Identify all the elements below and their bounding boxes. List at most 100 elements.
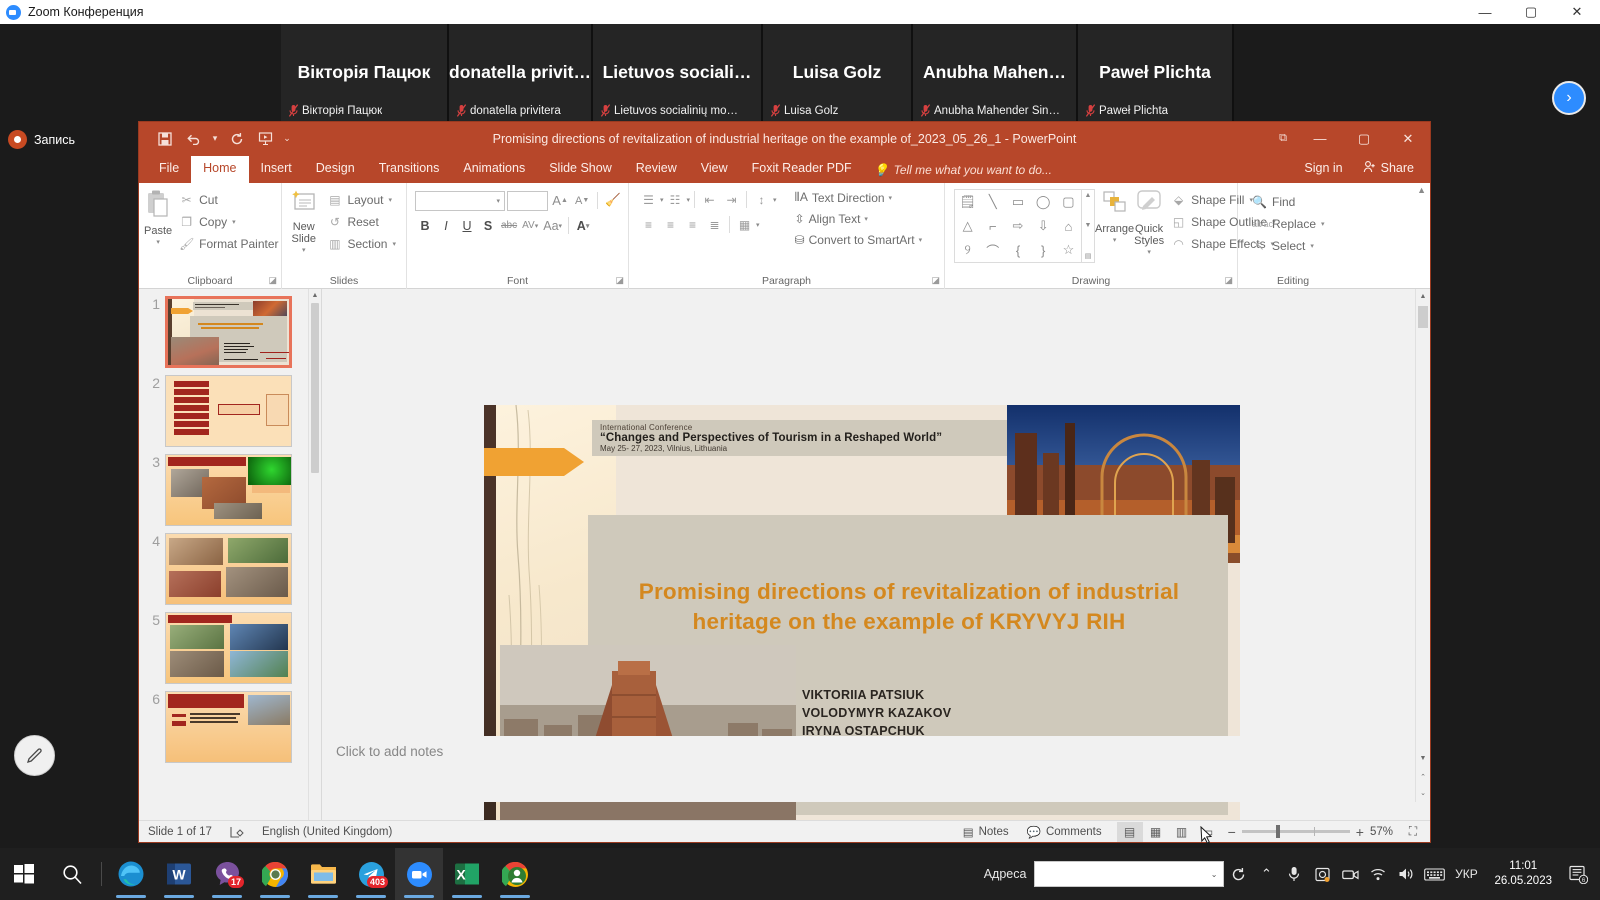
zoom-close-button[interactable]: ✕ <box>1554 0 1600 24</box>
clear-formatting-icon[interactable]: 🧹 <box>603 190 623 211</box>
annotate-pen-button[interactable] <box>14 735 55 776</box>
zoom-slider-track[interactable] <box>1241 825 1350 838</box>
font-size-input[interactable] <box>507 190 549 211</box>
select-button[interactable]: ↖ Select ▾ <box>1247 235 1343 256</box>
thumbnail-preview[interactable] <box>165 375 292 447</box>
shapes-gallery[interactable]: 🗒 ╲ ▭ ◯ ▢ △ ⌐ ⇨ ⇩ ⌂ ୨ ⌒ {} ☆ <box>954 189 1082 263</box>
thumbnail-preview[interactable] <box>165 612 292 684</box>
clock[interactable]: 11:01 26.05.2023 <box>1484 859 1562 889</box>
start-button[interactable] <box>0 848 48 900</box>
keyboard-icon[interactable] <box>1420 848 1448 900</box>
section-dropdown-icon[interactable]: ▾ <box>392 240 396 248</box>
collapse-ribbon-button[interactable]: ▲ <box>1417 185 1426 195</box>
refresh-icon[interactable] <box>1224 848 1252 900</box>
shape-scribble[interactable]: ୨ <box>955 238 980 262</box>
thumbnail-scrollbar[interactable]: ▲ <box>308 289 321 842</box>
taskbar-app-microsoft-excel[interactable]: X <box>443 848 491 900</box>
zoom-out-button[interactable]: − <box>1228 824 1236 840</box>
shape-elbow-connector[interactable]: ⌐ <box>980 214 1005 238</box>
reading-view-button[interactable]: ▥ <box>1169 822 1195 842</box>
participant-tile[interactable]: Lietuvos sociali… Lietuvos socialinių mo… <box>593 24 763 124</box>
shape-curly-left[interactable]: { <box>1005 238 1030 262</box>
volume-icon[interactable] <box>1392 848 1420 900</box>
search-button[interactable] <box>48 848 96 900</box>
ribbon-display-options-icon[interactable]: ⧉ <box>1268 122 1298 155</box>
tab-slide-show[interactable]: Slide Show <box>537 156 624 183</box>
decrease-font-size-button[interactable]: A ▼ <box>572 190 592 211</box>
taskbar-app-microsoft-edge[interactable] <box>107 848 155 900</box>
thumbnail-scroll-up-icon[interactable]: ▲ <box>309 289 321 302</box>
font-name-dropdown-icon[interactable]: ▾ <box>496 197 500 205</box>
tab-insert[interactable]: Insert <box>249 156 304 183</box>
address-dropdown-icon[interactable]: ⌄ <box>1211 870 1218 879</box>
normal-view-button[interactable]: ▤ <box>1116 821 1143 842</box>
previous-slide-icon[interactable]: ⌃ <box>1416 769 1430 784</box>
thumbnail-scroll-thumb[interactable] <box>311 303 319 473</box>
align-left-button[interactable]: ≡ <box>638 214 659 235</box>
participant-tile[interactable]: Paweł Plichta Paweł Plichta <box>1078 24 1234 124</box>
zoom-slider[interactable]: − + 57% <box>1221 824 1400 840</box>
taskbar-app-file-explorer[interactable] <box>299 848 347 900</box>
start-slideshow-icon[interactable] <box>252 127 278 151</box>
participant-tile[interactable]: Anubha Mahen… Anubha Mahender Sin… <box>913 24 1078 124</box>
notes-button[interactable]: ▤ Notes <box>954 825 1018 839</box>
shape-oval[interactable]: ◯ <box>1031 190 1056 214</box>
zoom-minimize-button[interactable]: — <box>1462 0 1508 24</box>
thumbnail-item[interactable]: 4 <box>139 526 321 605</box>
paragraph-dialog-launcher[interactable]: ◪ <box>931 275 940 286</box>
section-button[interactable]: ▥ Section ▾ <box>322 233 401 254</box>
quick-styles-dropdown-icon[interactable]: ▾ <box>1147 247 1151 259</box>
zoom-slider-handle[interactable] <box>1275 825 1280 838</box>
thumbnail-preview[interactable] <box>165 454 292 526</box>
shape-right-arrow[interactable]: ⇨ <box>1005 214 1030 238</box>
convert-to-smartart-button[interactable]: ⛁ Convert to SmartArt ▾ <box>791 229 927 250</box>
reset-button[interactable]: ↺ Reset <box>322 211 401 232</box>
bold-button[interactable]: B <box>415 215 435 236</box>
tab-design[interactable]: Design <box>304 156 367 183</box>
layout-button[interactable]: ▤ Layout ▾ <box>322 189 401 210</box>
address-input[interactable]: ⌄ <box>1034 861 1225 887</box>
arrange-dropdown-icon[interactable]: ▾ <box>1113 235 1117 247</box>
shape-textbox[interactable]: 🗒 <box>955 190 980 214</box>
align-text-button[interactable]: ⇳ Align Text ▾ <box>791 208 927 229</box>
taskbar-app-telegram[interactable]: 403 <box>347 848 395 900</box>
undo-dropdown-icon[interactable]: ▾ <box>208 127 222 151</box>
taskbar-app-chrome-profile[interactable] <box>491 848 539 900</box>
shape-triangle[interactable]: △ <box>955 214 980 238</box>
wifi-icon[interactable] <box>1364 848 1392 900</box>
copy-dropdown-icon[interactable]: ▾ <box>232 218 236 226</box>
layout-dropdown-icon[interactable]: ▾ <box>388 196 392 204</box>
fit-slide-to-window-button[interactable]: ⛶ <box>1400 822 1426 842</box>
tab-home[interactable]: Home <box>191 156 249 183</box>
undo-icon[interactable] <box>180 127 206 151</box>
tell-me-search[interactable]: 💡 Tell me what you want to do... <box>864 159 1062 183</box>
align-right-button[interactable]: ≡ <box>682 214 703 235</box>
zoom-maximize-button[interactable]: ▢ <box>1508 0 1554 24</box>
next-participants-button[interactable]: › <box>1552 81 1586 115</box>
language-indicator[interactable]: УКР <box>1448 848 1484 900</box>
copy-button[interactable]: ❐ Copy ▾ <box>174 211 283 232</box>
thumbnail-item[interactable]: 3 <box>139 447 321 526</box>
justify-button[interactable]: ≣ <box>704 214 725 235</box>
tab-foxit-reader-pdf[interactable]: Foxit Reader PDF <box>740 156 864 183</box>
scroll-up-icon[interactable]: ▲ <box>1416 289 1430 304</box>
increase-indent-button[interactable]: ⇥ <box>721 189 742 210</box>
clipboard-dialog-launcher[interactable]: ◪ <box>268 275 277 286</box>
shape-rectangle[interactable]: ▭ <box>1005 190 1030 214</box>
thumbnail-item[interactable]: 2 <box>139 368 321 447</box>
save-icon[interactable] <box>152 127 178 151</box>
chevron-up-icon[interactable]: ⌃ <box>1252 848 1280 900</box>
arrange-button[interactable]: Arrange ▾ <box>1095 187 1134 263</box>
format-painter-button[interactable]: 🖌 Format Painter <box>174 233 283 254</box>
strikethrough-button[interactable]: abc <box>499 215 519 236</box>
language-indicator[interactable]: English (United Kingdom) <box>253 826 401 838</box>
thumbnail-item[interactable]: 6 <box>139 684 321 763</box>
tab-review[interactable]: Review <box>624 156 689 183</box>
slide-editing-area[interactable]: International Conference “Changes and Pe… <box>322 289 1430 842</box>
shape-pentagon[interactable]: ⌂ <box>1056 214 1081 238</box>
tab-file[interactable]: File <box>147 156 191 183</box>
increase-font-size-button[interactable]: A ▲ <box>550 190 570 211</box>
decrease-indent-button[interactable]: ⇤ <box>699 189 720 210</box>
columns-button[interactable]: ▦ <box>734 214 755 235</box>
new-slide-dropdown-icon[interactable]: ▾ <box>302 245 306 257</box>
